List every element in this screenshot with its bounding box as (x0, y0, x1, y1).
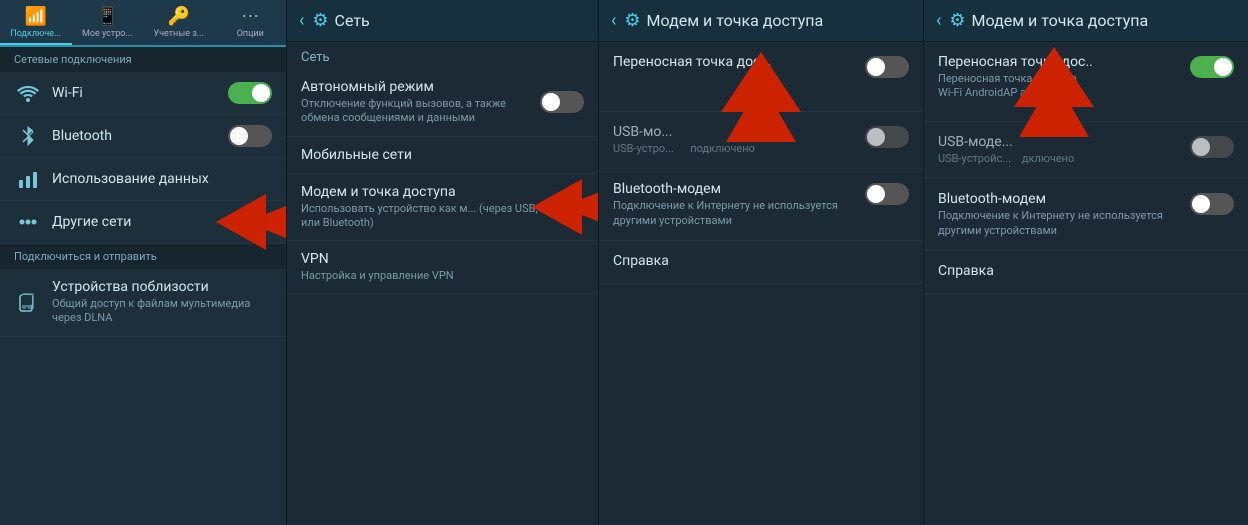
tab-connections[interactable]: 📶 Подключе... (0, 0, 72, 45)
tab-options-label: Опции (237, 29, 264, 39)
wifi-item[interactable]: Wi-Fi (0, 72, 286, 115)
airplane-mode-content: Автономный режим Отключение функций вызо… (301, 79, 530, 126)
mobile-networks-item[interactable]: Мобильные сети (287, 137, 598, 174)
airplane-toggle[interactable] (540, 91, 584, 113)
bt-modem-off-toggle[interactable] (865, 183, 909, 205)
bt-modem-off-content: Bluetooth-модем Подключение к Интернету … (613, 181, 855, 228)
help-off-label: Справка (613, 253, 909, 269)
tethering-on-back-button[interactable]: ‹ (936, 10, 941, 31)
network-section-label: Сеть (287, 42, 598, 69)
mobile-networks-label: Мобильные сети (301, 147, 584, 163)
tethering-on-title: Модем и точка доступа (972, 11, 1149, 30)
hotspot-off-item[interactable]: Переносная точка дос... (599, 42, 923, 112)
airplane-mode-desc: Отключение функций вызовов, а также обме… (301, 97, 530, 126)
network-back-button[interactable]: ‹ (299, 10, 304, 31)
vpn-content: VPN Настройка и управление VPN (301, 251, 584, 283)
tethering-off-back-button[interactable]: ‹ (611, 10, 616, 31)
bluetooth-label: Bluetooth (52, 128, 228, 144)
network-panel: ‹ ⚙ Сеть Сеть Автономный режим Отключени… (286, 0, 598, 525)
usb-on-desc: USB-устройс... дключено (938, 152, 1180, 166)
nearby-devices-content: Устройства поблизости Общий доступ к фай… (52, 279, 272, 326)
wifi-toggle[interactable] (228, 82, 272, 104)
help-off-item[interactable]: Справка (599, 241, 923, 284)
network-panel-title: Сеть (335, 11, 370, 30)
tethering-off-header: ‹ ⚙ Модем и точка доступа (599, 0, 923, 42)
tethering-off-title: Модем и точка доступа (647, 11, 824, 30)
wifi-label: Wi-Fi (52, 85, 228, 101)
hotspot-on-item[interactable]: Переносная точка дос.. Переносная точка … (924, 42, 1248, 122)
usb-off-toggle-knob (867, 128, 885, 146)
tethering-off-gear-icon: ⚙ (624, 10, 640, 31)
bt-modem-off-toggle-knob (867, 185, 885, 203)
devices-tab-icon: 📱 (96, 6, 118, 27)
bt-modem-on-toggle-knob (1192, 195, 1210, 213)
help-off-content: Справка (613, 253, 909, 271)
bluetooth-toggle-knob (230, 127, 248, 145)
bluetooth-toggle[interactable] (228, 125, 272, 147)
wifi-toggle-knob (252, 84, 270, 102)
usb-off-toggle[interactable] (865, 126, 909, 148)
wifi-icon (14, 84, 42, 102)
tab-accounts-label: Учетные з... (154, 29, 204, 39)
arrow-up-hotspot-off (721, 52, 801, 152)
other-networks-item[interactable]: Другие сети (0, 201, 286, 244)
nearby-devices-label: Устройства поблизости (52, 279, 272, 295)
nearby-devices-icon (14, 291, 42, 313)
arrow-up-hotspot-on (1014, 47, 1094, 147)
hotspot-off-toggle[interactable] (865, 56, 909, 78)
other-networks-icon (14, 211, 42, 233)
bt-modem-on-toggle[interactable] (1190, 193, 1234, 215)
vpn-desc: Настройка и управление VPN (301, 269, 584, 283)
bt-modem-on-item[interactable]: Bluetooth-модем Подключение к Интернету … (924, 179, 1248, 251)
nearby-devices-item[interactable]: Устройства поблизости Общий доступ к фай… (0, 269, 286, 337)
bt-modem-off-item[interactable]: Bluetooth-модем Подключение к Интернету … (599, 169, 923, 241)
connections-tab-icon: 📶 (25, 6, 47, 27)
tethering-item[interactable]: Модем и точка доступа Использовать устро… (287, 174, 598, 242)
accounts-tab-icon: 🔑 (168, 6, 190, 27)
tab-bar: 📶 Подключе... 📱 Мое устро... 🔑 Учетные з… (0, 0, 286, 47)
tab-accounts[interactable]: 🔑 Учетные з... (143, 0, 215, 45)
usb-on-toggle-knob (1192, 138, 1210, 156)
arrow-left-other-networks (216, 194, 286, 250)
bt-modem-on-desc: Подключение к Интернету не используется … (938, 209, 1180, 238)
tethering-on-header: ‹ ⚙ Модем и точка доступа (924, 0, 1248, 42)
data-usage-label: Использование данных (52, 171, 272, 187)
help-on-label: Справка (938, 263, 1234, 279)
network-panel-header: ‹ ⚙ Сеть (287, 0, 598, 42)
airplane-toggle-knob (542, 93, 560, 111)
tab-devices[interactable]: 📱 Мое устро... (72, 0, 144, 45)
nearby-devices-desc: Общий доступ к файлам мультимедиа через … (52, 297, 272, 326)
help-on-content: Справка (938, 263, 1234, 281)
airplane-mode-item[interactable]: Автономный режим Отключение функций вызо… (287, 69, 598, 137)
vpn-label: VPN (301, 251, 584, 267)
tab-options[interactable]: ⋯ Опции (215, 0, 287, 45)
connections-panel: 📶 Подключе... 📱 Мое устро... 🔑 Учетные з… (0, 0, 286, 525)
tethering-on-gear-icon: ⚙ (949, 10, 965, 31)
airplane-mode-label: Автономный режим (301, 79, 530, 95)
bt-modem-on-content: Bluetooth-модем Подключение к Интернету … (938, 191, 1180, 238)
tethering-panel-off: ‹ ⚙ Модем и точка доступа Переносная точ… (598, 0, 923, 525)
network-connections-header: Сетевые подключения (0, 47, 286, 72)
tab-connections-label: Подключе... (10, 29, 61, 39)
bt-modem-off-desc: Подключение к Интернету не используется … (613, 199, 855, 228)
bt-modem-on-label: Bluetooth-модем (938, 191, 1180, 207)
data-usage-icon (14, 168, 42, 190)
hotspot-on-toggle[interactable] (1190, 56, 1234, 78)
bluetooth-item[interactable]: Bluetooth (0, 115, 286, 158)
network-gear-icon: ⚙ (312, 10, 328, 31)
arrow-left-tethering (532, 179, 598, 235)
usb-on-toggle[interactable] (1190, 136, 1234, 158)
bluetooth-icon (14, 125, 42, 147)
hotspot-on-toggle-knob (1214, 58, 1232, 76)
hotspot-off-toggle-knob (867, 58, 885, 76)
tethering-panel-on: ‹ ⚙ Модем и точка доступа Переносная точ… (923, 0, 1248, 525)
tab-devices-label: Мое устро... (82, 29, 133, 39)
vpn-item[interactable]: VPN Настройка и управление VPN (287, 241, 598, 294)
bt-modem-off-label: Bluetooth-модем (613, 181, 855, 197)
help-on-item[interactable]: Справка (924, 251, 1248, 294)
options-tab-icon: ⋯ (241, 6, 259, 27)
